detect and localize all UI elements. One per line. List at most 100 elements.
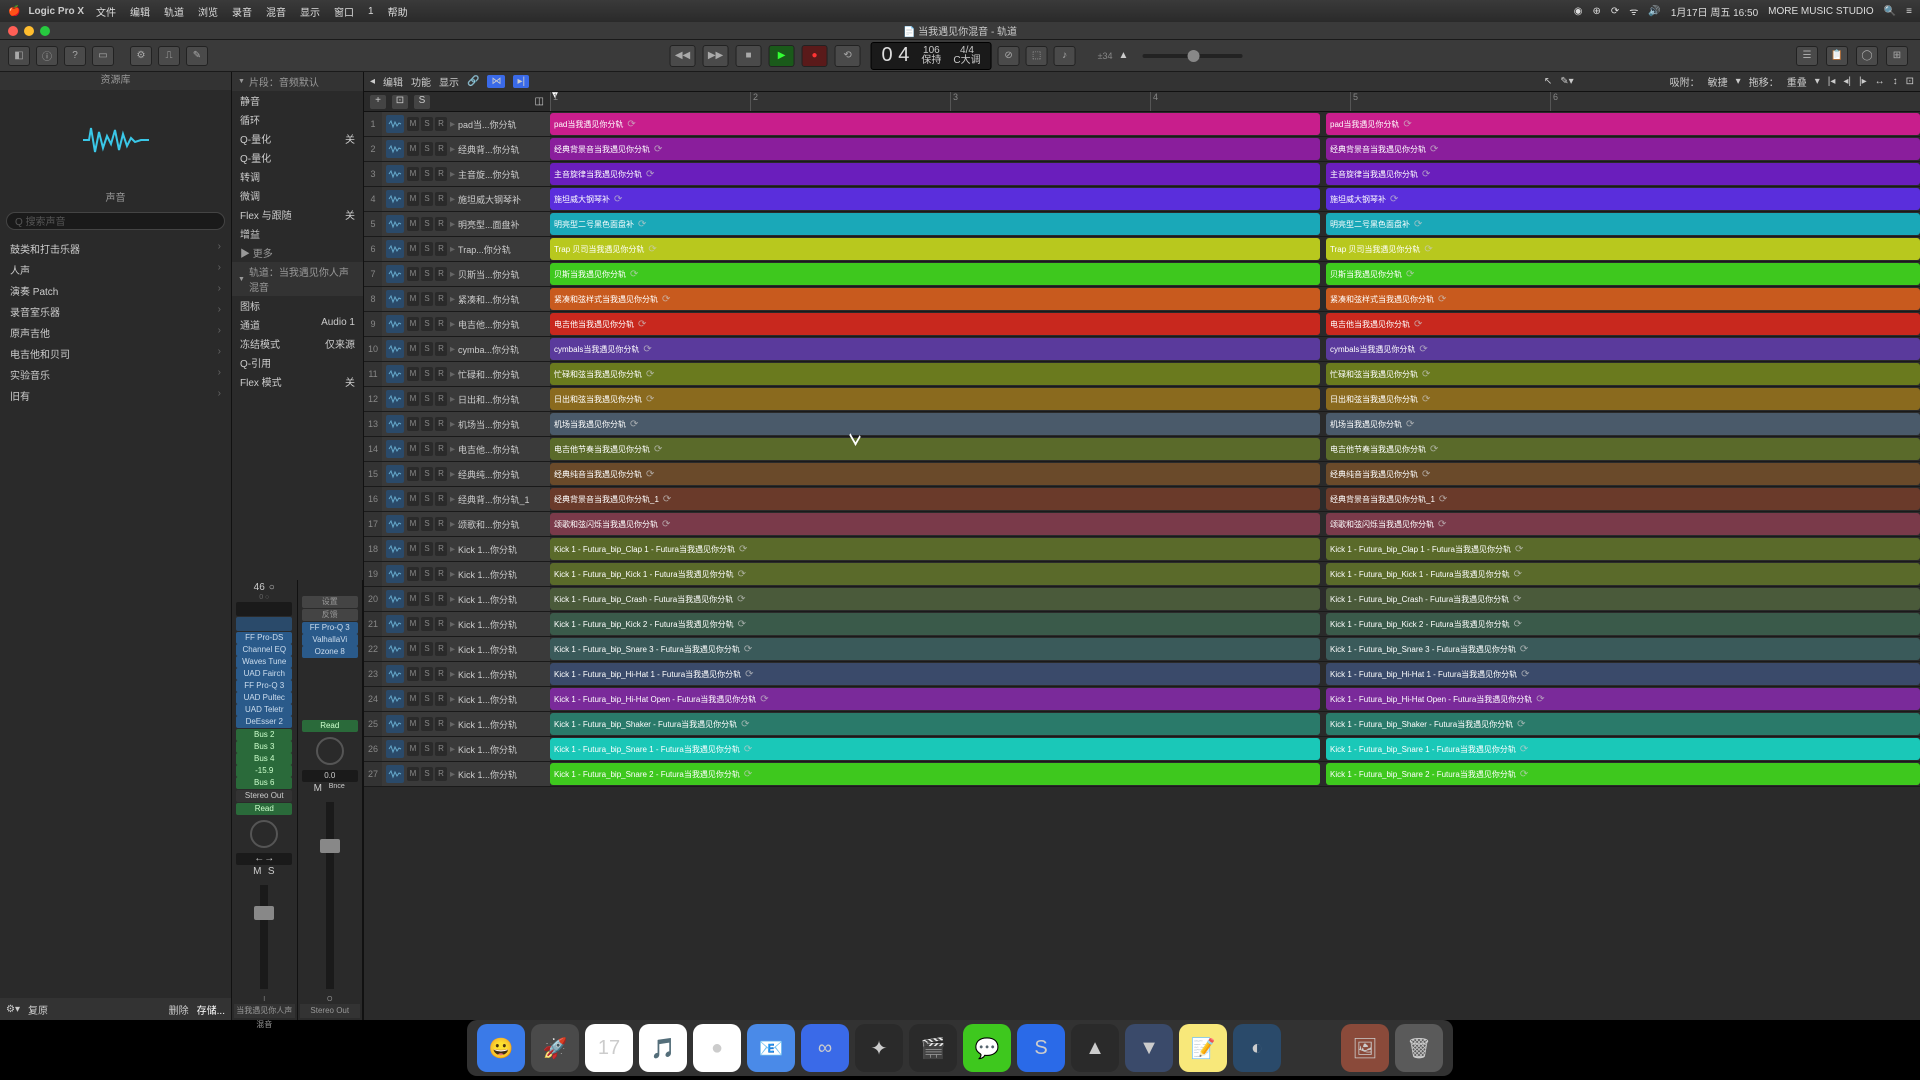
dock-app[interactable]: S (1017, 1024, 1065, 1072)
track-row[interactable]: 11MSR▸忙碌和...你分轨忙碌和弦当我遇见你分轨 ⟳忙碌和弦当我遇见你分轨 … (364, 362, 1920, 387)
track-icon[interactable] (386, 440, 404, 458)
audio-region[interactable]: Kick 1 - Futura_bip_Shaker - Futura当我遇见你… (1326, 713, 1920, 735)
inspector-row[interactable]: 转调 (232, 167, 363, 186)
dock-app[interactable]: 🎬 (909, 1024, 957, 1072)
track-icon[interactable] (386, 515, 404, 533)
audio-region[interactable]: 贝斯当我遇见你分轨 ⟳ (1326, 263, 1920, 285)
track-header[interactable]: MSR▸经典背...你分轨 (382, 137, 550, 161)
add-track-button[interactable]: + (370, 95, 386, 109)
track-section[interactable]: 轨道：当我遇见你人声混音 (232, 262, 363, 296)
audio-region[interactable]: 电吉他节奏当我遇见你分轨 ⟳ (1326, 438, 1920, 460)
nav-icon[interactable]: ↔ (1875, 76, 1885, 87)
solo-button[interactable]: S (421, 617, 433, 631)
mute-button[interactable]: M (251, 866, 263, 878)
track-lane[interactable]: 经典背景音当我遇见你分轨_1 ⟳经典背景音当我遇见你分轨_1 ⟳ (550, 487, 1920, 511)
track-lane[interactable]: cymbals当我遇见你分轨 ⟳cymbals当我遇见你分轨 ⟳ (550, 337, 1920, 361)
audio-region[interactable]: Kick 1 - Futura_bip_Kick 1 - Futura当我遇见你… (550, 563, 1320, 585)
track-header[interactable]: MSR▸Kick 1...你分轨 (382, 562, 550, 586)
func-menu[interactable]: 功能 (411, 74, 431, 89)
audio-region[interactable]: Kick 1 - Futura_bip_Crash - Futura当我遇见你分… (550, 588, 1320, 610)
inspector-row[interactable]: 微调 (232, 186, 363, 205)
gear-icon[interactable]: ⚙▾ (6, 1004, 20, 1015)
mute-button[interactable]: M (407, 517, 419, 531)
automation-mode[interactable]: Read (302, 720, 358, 732)
plugin-slot[interactable]: UAD Pultec (236, 692, 292, 704)
mute-button[interactable]: M (407, 767, 419, 781)
track-row[interactable]: 4MSR▸施坦威大钢琴补施坦威大钢琴补 ⟳施坦威大钢琴补 ⟳ (364, 187, 1920, 212)
minimize-button[interactable] (24, 26, 34, 36)
rec-button[interactable]: R (435, 142, 447, 156)
track-name[interactable]: Kick 1...你分轨 (458, 643, 546, 656)
track-name[interactable]: Trap...你分轨 (458, 243, 546, 256)
plugin-slot[interactable]: UAD Teletr (236, 704, 292, 716)
track-icon[interactable] (386, 740, 404, 758)
track-header[interactable]: MSR▸Kick 1...你分轨 (382, 687, 550, 711)
track-header[interactable]: MSR▸Trap...你分轨 (382, 237, 550, 261)
track-row[interactable]: 7MSR▸贝斯当...你分轨贝斯当我遇见你分轨 ⟳贝斯当我遇见你分轨 ⟳ (364, 262, 1920, 287)
nav-icon[interactable]: |▸ (1859, 76, 1867, 87)
beat-mode[interactable]: 保持 (921, 56, 941, 66)
audio-region[interactable]: Kick 1 - Futura_bip_Hi-Hat Open - Futura… (550, 688, 1320, 710)
revert-button[interactable]: 复原 (28, 1002, 48, 1017)
track-icon[interactable] (386, 190, 404, 208)
track-name[interactable]: 主音旋...你分轨 (458, 168, 546, 181)
track-lane[interactable]: 电吉他节奏当我遇见你分轨 ⟳电吉他节奏当我遇见你分轨 ⟳ (550, 437, 1920, 461)
audio-region[interactable]: Kick 1 - Futura_bip_Clap 1 - Futura当我遇见你… (550, 538, 1320, 560)
menu-help[interactable]: 帮助 (388, 4, 408, 19)
output-slot[interactable]: Stereo Out (236, 790, 292, 802)
setting-slot[interactable]: 反馈 (302, 609, 358, 621)
smart-controls[interactable]: ⚙ (130, 46, 152, 66)
menu-track[interactable]: 轨道 (164, 4, 184, 19)
volume-value[interactable]: ←→ (236, 853, 292, 865)
master-icon[interactable]: ▲ (1119, 50, 1129, 61)
menu-record[interactable]: 录音 (232, 4, 252, 19)
forward-button[interactable]: ▶▶ (703, 45, 729, 67)
audio-region[interactable]: Kick 1 - Futura_bip_Kick 2 - Futura当我遇见你… (550, 613, 1320, 635)
solo-button[interactable]: S (421, 392, 433, 406)
inspector-row[interactable]: 图标 (232, 296, 363, 315)
menu-browse[interactable]: 浏览 (198, 4, 218, 19)
audio-region[interactable]: Kick 1 - Futura_bip_Kick 1 - Futura当我遇见你… (1326, 563, 1920, 585)
dock-app[interactable]: 🎵 (639, 1024, 687, 1072)
track-row[interactable]: 13MSR▸机场当...你分轨机场当我遇见你分轨 ⟳机场当我遇见你分轨 ⟳ (364, 412, 1920, 437)
volume-fader[interactable] (326, 802, 334, 989)
track-lane[interactable]: 颂歌和弦闪烁当我遇见你分轨 ⟳颂歌和弦闪烁当我遇见你分轨 ⟳ (550, 512, 1920, 536)
track-header[interactable]: MSR▸施坦威大钢琴补 (382, 187, 550, 211)
plugin-slot[interactable]: Bus 4 (236, 753, 292, 765)
mute-button[interactable]: M (407, 267, 419, 281)
plugin-slot[interactable]: Channel EQ (236, 644, 292, 656)
menu-view[interactable]: 显示 (300, 4, 320, 19)
track-lane[interactable]: Trap 贝司当我遇见你分轨 ⟳Trap 贝司当我遇见你分轨 ⟳ (550, 237, 1920, 261)
track-icon[interactable] (386, 765, 404, 783)
track-header[interactable]: MSR▸日出和...你分轨 (382, 387, 550, 411)
audio-region[interactable]: Kick 1 - Futura_bip_Hi-Hat 1 - Futura当我遇… (1326, 663, 1920, 685)
catch-button[interactable]: ▸| (513, 75, 529, 88)
inspector-toggle[interactable]: ⓘ (36, 46, 58, 66)
dock-app[interactable]: ▼ (1125, 1024, 1173, 1072)
media-browser[interactable]: ⊞ (1886, 46, 1908, 66)
audio-region[interactable]: cymbals当我遇见你分轨 ⟳ (550, 338, 1320, 360)
track-header[interactable]: MSR▸机场当...你分轨 (382, 412, 550, 436)
snap-value[interactable]: 敏捷 (1708, 74, 1728, 89)
zoom-level[interactable]: ±34 (1098, 51, 1113, 61)
rec-button[interactable]: R (435, 242, 447, 256)
menu-window[interactable]: 窗口 (334, 4, 354, 19)
audio-region[interactable]: Trap 贝司当我遇见你分轨 ⟳ (550, 238, 1320, 260)
track-lane[interactable]: 紧凑和弦样式当我遇见你分轨 ⟳紧凑和弦样式当我遇见你分轨 ⟳ (550, 287, 1920, 311)
track-name[interactable]: Kick 1...你分轨 (458, 593, 546, 606)
dock-app[interactable]: 💬 (963, 1024, 1011, 1072)
input-slot[interactable] (236, 602, 292, 616)
dock-app[interactable]: ◐ (1233, 1024, 1281, 1072)
solo-button[interactable]: S (421, 317, 433, 331)
mute-button[interactable]: M (407, 417, 419, 431)
track-icon[interactable] (386, 265, 404, 283)
volume-icon[interactable]: 🔊 (1648, 6, 1660, 17)
solo-button[interactable]: S (421, 417, 433, 431)
inspector-row[interactable]: 静音 (232, 91, 363, 110)
dock-app[interactable]: 😀 (477, 1024, 525, 1072)
inspector-row[interactable]: Q-量化关 (232, 129, 363, 148)
plugin-slot[interactable]: Ozone 8 (302, 646, 358, 658)
rec-button[interactable]: R (435, 517, 447, 531)
solo-button[interactable]: S (421, 217, 433, 231)
rec-button[interactable]: R (435, 542, 447, 556)
